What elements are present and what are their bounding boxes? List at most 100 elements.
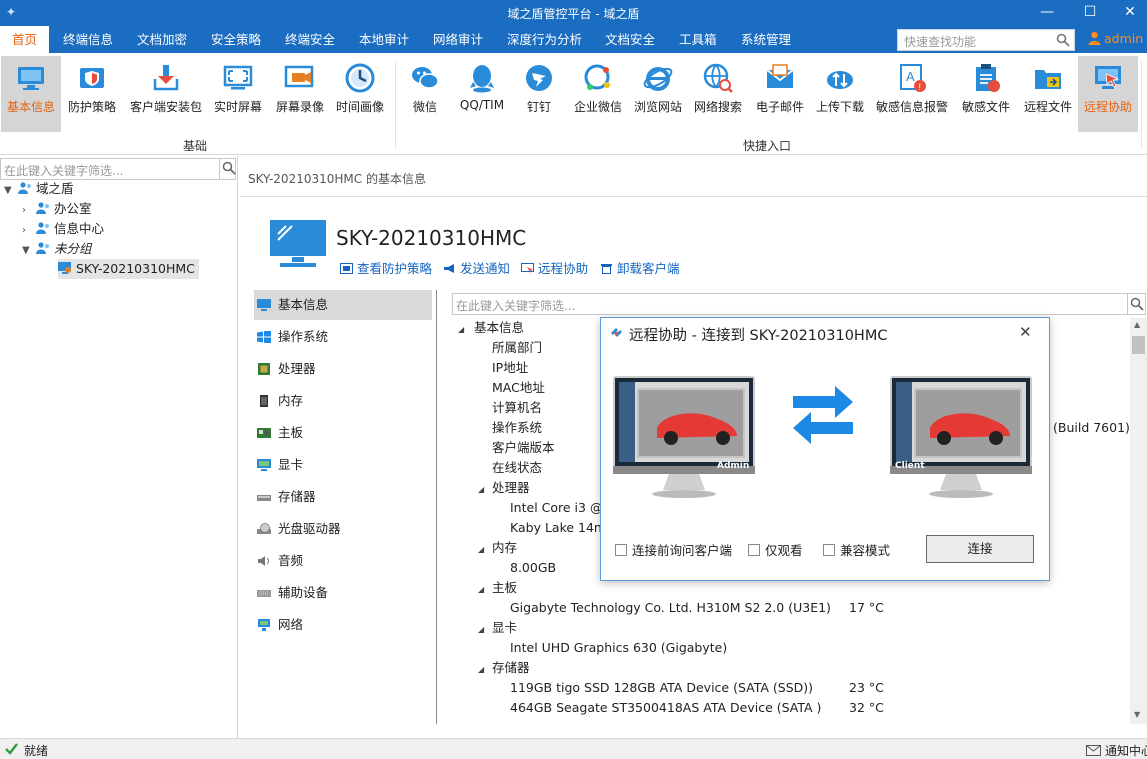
category-optical-drive[interactable]: 光盘驱动器	[254, 514, 432, 544]
ribbon-wechat-button[interactable]: 微信	[400, 56, 450, 132]
menu-doc-security[interactable]: 文档安全	[593, 26, 667, 53]
tree-search-button[interactable]	[219, 158, 237, 180]
ribbon-wecom-button[interactable]: 企业微信	[568, 56, 628, 132]
collapse-arrow-icon[interactable]: ◢	[478, 625, 484, 634]
breadcrumb: SKY-20210310HMC 的基本信息	[248, 172, 426, 186]
window-title: 域之盾管控平台 - 域之盾	[507, 7, 640, 21]
ask-client-checkbox[interactable]: 连接前询问客户端	[615, 540, 732, 559]
tree-node-client[interactable]: SKY-20210310HMC	[58, 259, 199, 279]
quick-search-input[interactable]: 快速查找功能	[897, 29, 1075, 51]
collapse-arrow-icon[interactable]: ◢	[478, 585, 484, 594]
computer-icon	[270, 220, 326, 267]
storage-temp: 23 °C	[849, 680, 884, 695]
menu-home[interactable]: 首页	[0, 26, 50, 53]
menu-system-admin[interactable]: 系统管理	[729, 26, 803, 53]
category-network[interactable]: 网络	[254, 610, 432, 640]
category-cpu[interactable]: 处理器	[254, 354, 432, 384]
send-notice-link[interactable]: 发送通知	[443, 258, 510, 277]
collapse-arrow-icon[interactable]: ◢	[458, 325, 464, 334]
tree-search-input[interactable]: 在此键入关键字筛选...	[0, 158, 236, 180]
minimize-button[interactable]: —	[1030, 0, 1064, 26]
category-os[interactable]: 操作系统	[254, 322, 432, 352]
ribbon-protection-policy-button[interactable]: 防护策略	[62, 56, 122, 132]
collapse-arrow-icon[interactable]: ◢	[478, 545, 484, 554]
admin-monitor-image	[613, 376, 755, 498]
menu-security-policy[interactable]: 安全策略	[199, 26, 273, 53]
notification-center-button[interactable]: 通知中心	[1086, 742, 1147, 759]
checkbox-box[interactable]	[748, 544, 760, 556]
close-button[interactable]: ✕	[1113, 0, 1147, 26]
maximize-button[interactable]: ☐	[1073, 0, 1107, 26]
search-icon[interactable]	[1056, 33, 1070, 47]
ribbon-basic-info-button[interactable]: 基本信息	[1, 56, 61, 132]
ribbon-web-search-button[interactable]: 网络搜索	[690, 56, 746, 132]
scroll-down-arrow-icon[interactable]: ▼	[1134, 710, 1140, 719]
ribbon-realtime-screen-button[interactable]: 实时屏幕	[208, 56, 268, 132]
windows-icon	[257, 331, 271, 343]
view-policy-link[interactable]: 查看防护策略	[340, 258, 432, 277]
menu-terminal-security[interactable]: 终端安全	[273, 26, 347, 53]
ribbon-remote-assist-button[interactable]: 远程协助	[1078, 56, 1138, 132]
menu-toolbox[interactable]: 工具箱	[667, 26, 729, 53]
folder-icon	[1035, 70, 1061, 89]
admin-tag: Admin	[717, 461, 750, 471]
collapse-arrow-icon[interactable]: ▼	[22, 241, 36, 261]
search-icon	[222, 161, 236, 175]
ribbon-screen-record-button[interactable]: 屏幕录像	[270, 56, 330, 132]
title-bar: ✦ 域之盾管控平台 - 域之盾 — ☐ ✕	[0, 0, 1147, 26]
ribbon-label: 电子邮件	[755, 100, 804, 114]
ribbon-label: 客户端安装包	[129, 100, 202, 114]
tree-node-ungrouped[interactable]: ▼ 未分组	[22, 239, 92, 259]
checkbox-box[interactable]	[615, 544, 627, 556]
category-motherboard[interactable]: 主板	[254, 418, 432, 448]
network-icon	[258, 619, 270, 631]
ribbon-sensitive-alert-button[interactable]: A! 敏感信息报警	[872, 56, 952, 132]
org-tree-panel: 在此键入关键字筛选... ▼ 域之盾 › 办公室 › 信息中心 ▼ 未分组 SKY-20…	[0, 156, 238, 738]
view-only-checkbox[interactable]: 仅观看	[748, 540, 803, 559]
ribbon-email-button[interactable]: 电子邮件	[750, 56, 810, 132]
dialog-close-icon[interactable]: ✕	[1019, 323, 1032, 341]
category-basic-info[interactable]: 基本信息	[254, 290, 432, 320]
category-gpu[interactable]: 显卡	[254, 450, 432, 480]
tree-node-office[interactable]: › 办公室	[22, 199, 92, 219]
collapse-arrow-icon[interactable]: ◢	[478, 665, 484, 674]
connect-button[interactable]: 连接	[926, 535, 1034, 563]
ribbon-remote-file-button[interactable]: 远程文件	[1018, 56, 1078, 132]
detail-search-button[interactable]	[1128, 293, 1146, 315]
ribbon-time-profile-button[interactable]: 时间画像	[330, 56, 390, 132]
category-audio[interactable]: 音频	[254, 546, 432, 576]
compat-mode-checkbox[interactable]: 兼容模式	[823, 540, 890, 559]
menu-behavior-analysis[interactable]: 深度行为分析	[495, 26, 594, 53]
scroll-thumb[interactable]	[1132, 336, 1145, 354]
ribbon-browse-web-button[interactable]: 浏览网站	[630, 56, 686, 132]
menu-terminal-info[interactable]: 终端信息	[51, 26, 125, 53]
category-storage[interactable]: 存储器	[254, 482, 432, 512]
category-memory[interactable]: 内存	[254, 386, 432, 416]
menu-network-audit[interactable]: 网络审计	[421, 26, 495, 53]
user-group-icon	[36, 222, 49, 234]
user-menu[interactable]: admin	[1088, 31, 1143, 46]
ribbon-upload-download-button[interactable]: 上传下载	[812, 56, 868, 132]
ribbon-client-package-button[interactable]: 客户端安装包	[126, 56, 206, 132]
expand-arrow-icon[interactable]: ›	[22, 221, 36, 241]
checkbox-box[interactable]	[823, 544, 835, 556]
cpu-icon	[258, 363, 270, 375]
category-peripherals[interactable]: 辅助设备	[254, 578, 432, 608]
scroll-up-arrow-icon[interactable]: ▲	[1134, 320, 1140, 329]
monitor-icon	[18, 67, 44, 90]
ribbon-dingtalk-button[interactable]: 钉钉	[514, 56, 564, 132]
menu-local-audit[interactable]: 本地审计	[347, 26, 421, 53]
tree-node-it-center[interactable]: › 信息中心	[22, 219, 104, 239]
vertical-scrollbar[interactable]: ▲ ▼	[1130, 318, 1147, 724]
ribbon-qq-button[interactable]: QQ/TIM	[452, 56, 512, 132]
collapse-arrow-icon[interactable]: ◢	[478, 485, 484, 494]
expand-arrow-icon[interactable]: ›	[22, 201, 36, 221]
menu-doc-encrypt[interactable]: 文档加密	[125, 26, 199, 53]
category-label: 基本信息	[278, 297, 329, 312]
tree-node-root[interactable]: ▼ 域之盾	[4, 179, 74, 199]
detail-search-input[interactable]: 在此键入关键字筛选...	[452, 293, 1128, 315]
uninstall-client-link[interactable]: 卸载客户端	[600, 258, 680, 277]
remote-assist-link[interactable]: 远程协助	[521, 258, 588, 277]
collapse-arrow-icon[interactable]: ▼	[4, 181, 18, 201]
ribbon-sensitive-file-button[interactable]: 敏感文件	[956, 56, 1016, 132]
